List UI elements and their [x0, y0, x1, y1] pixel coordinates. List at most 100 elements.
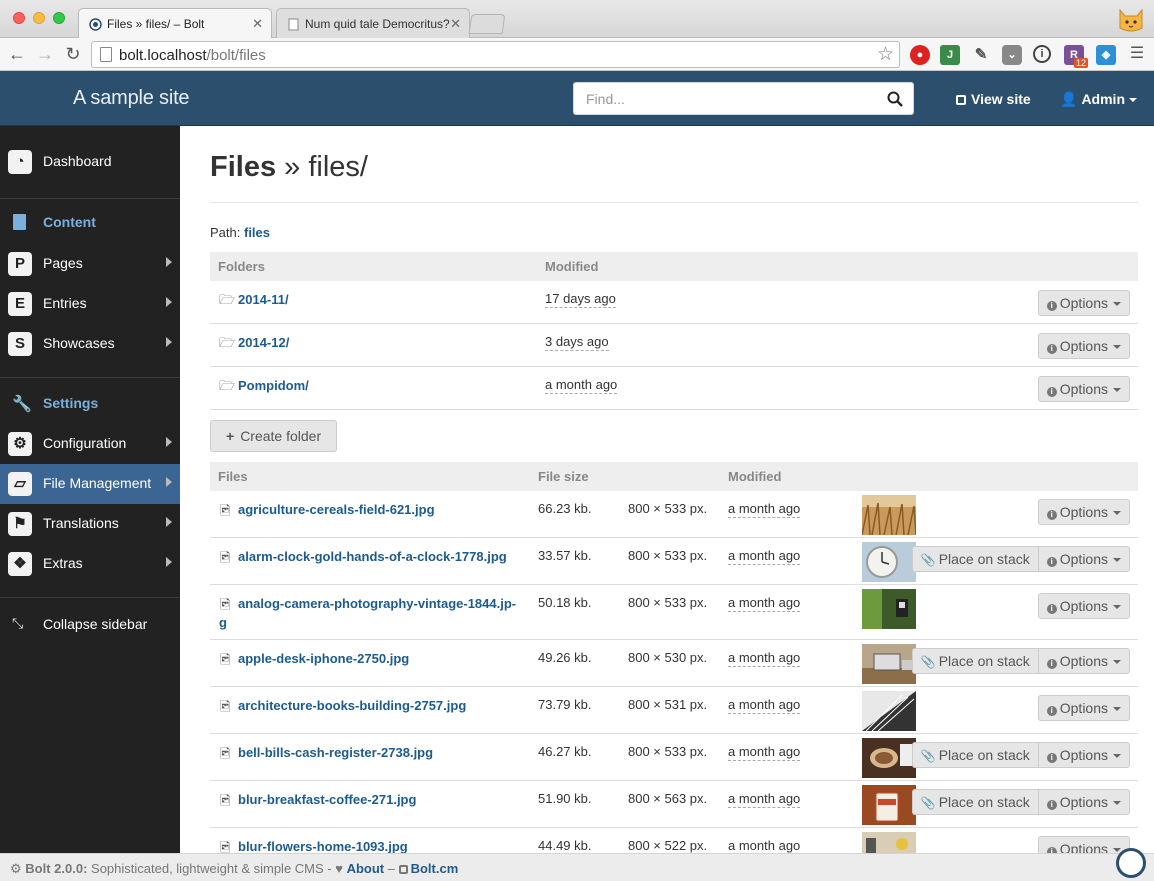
thumbnail-image[interactable] — [862, 542, 916, 582]
reload-icon[interactable]: ↻ — [62, 43, 84, 65]
bolt-cm-link[interactable]: Bolt.cm — [411, 861, 459, 876]
site-title[interactable]: A sample site — [73, 87, 190, 110]
options-button[interactable]: i Options — [1037, 290, 1130, 316]
options-button[interactable]: i Options — [1037, 376, 1130, 402]
file-link-wrap[interactable]: g — [219, 615, 227, 630]
sidebar-item-configuration[interactable]: ⚙ Configuration — [0, 424, 180, 464]
file-link[interactable]: agriculture-cereals-field-621.jpg — [238, 502, 435, 517]
evernote-icon[interactable]: ✎ — [971, 45, 991, 65]
image-file-icon: 🖻 — [220, 699, 231, 714]
minimize-window-button[interactable] — [33, 12, 45, 24]
info-extension-icon[interactable]: i — [1033, 45, 1051, 63]
column-header-modified: Modified — [728, 469, 782, 484]
folder-link[interactable]: Pompidom/ — [238, 378, 309, 393]
options-label: Options — [1059, 381, 1108, 397]
modified-date: 3 days ago — [545, 334, 609, 351]
extension-blue-icon[interactable]: ◈ — [1096, 45, 1116, 65]
user-menu[interactable]: 👤 Admin — [1060, 91, 1137, 108]
place-on-stack-button[interactable]: 📎 Place on stack — [911, 789, 1038, 815]
browser-tab-other[interactable]: Num quid tale Democritus? ✕ — [276, 8, 470, 38]
options-button[interactable]: i Options — [1037, 742, 1130, 768]
close-window-button[interactable] — [13, 12, 25, 24]
sidebar-item-entries[interactable]: E Entries — [0, 284, 180, 324]
sidebar-item-translations[interactable]: ⚑ Translations — [0, 504, 180, 544]
options-button[interactable]: i Options — [1037, 546, 1130, 572]
thumbnail-image[interactable] — [862, 589, 916, 629]
file-link[interactable]: architecture-books-building-2757.jpg — [238, 698, 466, 713]
options-button[interactable]: i Options — [1037, 695, 1130, 721]
file-row: 🖻 alarm-clock-gold-hands-of-a-clock-1778… — [210, 538, 1138, 585]
place-on-stack-button[interactable]: 📎 Place on stack — [911, 648, 1038, 674]
forward-arrow-icon[interactable]: → — [34, 43, 56, 65]
caret-down-icon — [1113, 345, 1121, 350]
thumbnail-image[interactable] — [862, 495, 916, 535]
thumbnail-image[interactable] — [862, 691, 916, 731]
thumbnail-image[interactable] — [862, 832, 916, 853]
options-button[interactable]: i Options — [1037, 593, 1130, 619]
view-site-link[interactable]: View site — [956, 91, 1031, 107]
options-label: Options — [1059, 338, 1108, 354]
place-on-stack-button[interactable]: 📎 Place on stack — [911, 742, 1038, 768]
folder-link[interactable]: 2014-11/ — [238, 292, 289, 307]
folder-open-icon: ▱ — [8, 472, 32, 496]
options-button[interactable]: i Options — [1037, 836, 1130, 853]
profile-cat-icon[interactable] — [1116, 4, 1146, 34]
address-bar[interactable]: bolt.localhost/bolt/files ☆ — [91, 41, 900, 68]
thumbnail-image[interactable] — [862, 785, 916, 825]
caret-down-icon — [1113, 754, 1121, 759]
caret-down-icon — [1113, 801, 1121, 806]
bookmark-star-icon[interactable]: ☆ — [877, 43, 894, 66]
search-input[interactable] — [574, 83, 864, 114]
back-arrow-icon[interactable]: ← — [6, 43, 28, 65]
user-icon: 👤 — [1060, 91, 1078, 107]
place-on-stack-button[interactable]: 📎 Place on stack — [911, 546, 1038, 572]
file-link[interactable]: apple-desk-iphone-2750.jpg — [238, 651, 409, 666]
sidebar-heading-content[interactable]: Content — [0, 203, 180, 243]
file-size: 49.26 kb. — [538, 650, 592, 665]
gears-icon: ⚙ — [8, 432, 32, 456]
browser-tab-files[interactable]: Files » files/ – Bolt ✕ — [78, 8, 272, 38]
folder-row: 🗁 2014-12/ 3 days ago i Options — [210, 324, 1138, 367]
thumbnail-image[interactable] — [862, 738, 916, 778]
adblock-icon[interactable]: ● — [910, 45, 930, 65]
thumbnail-image[interactable] — [862, 644, 916, 684]
caret-right-icon — [166, 337, 172, 347]
menu-hamburger-icon[interactable]: ☰ — [1126, 43, 1148, 65]
pocket-icon[interactable]: ⌄ — [1002, 45, 1022, 65]
sidebar-item-showcases[interactable]: S Showcases — [0, 324, 180, 364]
tab-close-icon[interactable]: ✕ — [252, 16, 263, 32]
file-link[interactable]: bell-bills-cash-register-2738.jpg — [238, 745, 433, 760]
caret-right-icon — [166, 257, 172, 267]
file-link[interactable]: analog-camera-photography-vintage-1844.j… — [238, 596, 516, 611]
file-link[interactable]: blur-flowers-home-1093.jpg — [238, 839, 408, 853]
folder-link[interactable]: 2014-12/ — [238, 335, 289, 350]
bolt-favicon-icon — [89, 18, 102, 31]
file-link[interactable]: blur-breakfast-coffee-271.jpg — [238, 792, 416, 807]
file-link[interactable]: alarm-clock-gold-hands-of-a-clock-1778.j… — [238, 549, 507, 564]
file-row: 🖻 bell-bills-cash-register-2738.jpg 46.2… — [210, 734, 1138, 781]
tab-close-icon[interactable]: ✕ — [450, 16, 461, 32]
sidebar-item-dashboard[interactable]: ◔ Dashboard — [0, 142, 180, 182]
caret-down-icon — [1113, 660, 1121, 665]
collapse-sidebar-button[interactable]: ⤡ Collapse sidebar — [0, 605, 180, 645]
debug-toolbar-icon[interactable] — [1116, 848, 1146, 878]
path-link-files[interactable]: files — [244, 225, 270, 240]
sidebar-item-file-management[interactable]: ▱ File Management — [0, 464, 180, 504]
options-button[interactable]: i Options — [1037, 789, 1130, 815]
gear-icon: ⚙ — [10, 861, 22, 876]
new-tab-button[interactable] — [468, 14, 506, 34]
create-folder-button[interactable]: + Create folder — [210, 420, 338, 452]
maximize-window-button[interactable] — [53, 12, 65, 24]
options-button[interactable]: i Options — [1037, 333, 1130, 359]
extension-green-icon[interactable]: J — [940, 45, 960, 65]
search-icon[interactable] — [887, 91, 903, 107]
sidebar-item-extras[interactable]: ❖ Extras — [0, 544, 180, 584]
sidebar-heading-label: Settings — [43, 395, 99, 411]
sidebar-heading-label: Content — [43, 214, 96, 230]
options-button[interactable]: i Options — [1037, 648, 1130, 674]
info-icon: i — [1046, 706, 1057, 716]
options-button[interactable]: i Options — [1037, 499, 1130, 525]
sidebar-heading-settings[interactable]: 🔧 Settings — [0, 384, 180, 424]
sidebar-item-pages[interactable]: P Pages — [0, 244, 180, 284]
about-link[interactable]: About — [347, 861, 385, 876]
